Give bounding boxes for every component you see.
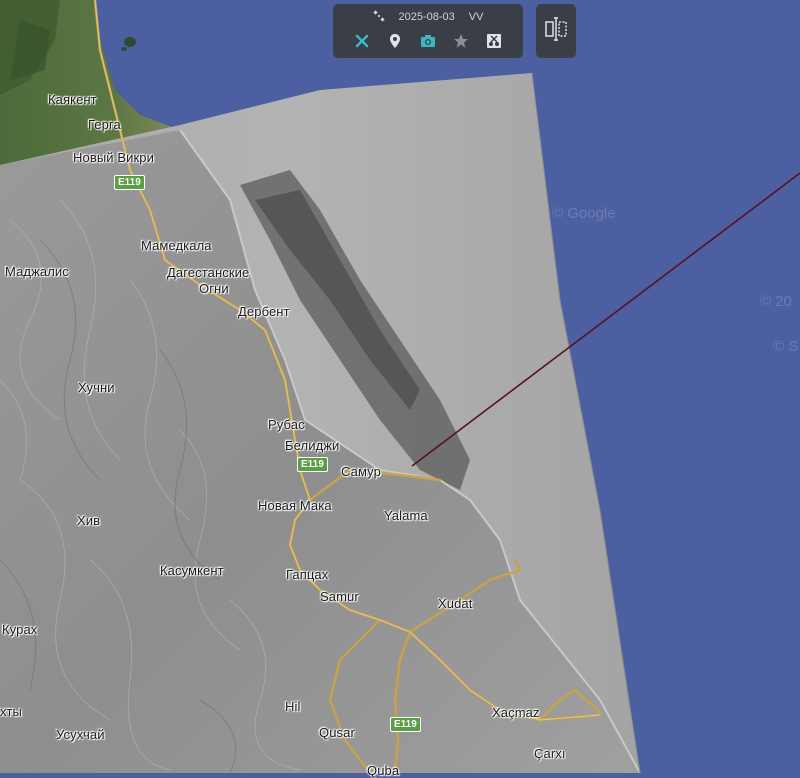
place-label: Дербент bbox=[238, 304, 290, 319]
place-label: Новый Викри bbox=[73, 150, 154, 165]
camera-icon bbox=[420, 33, 436, 54]
road-shield-e119: E119 bbox=[114, 175, 145, 190]
image-toolbar: 2025-08-03 VV bbox=[333, 4, 523, 58]
map-pin-icon bbox=[387, 33, 403, 54]
compare-tool-button[interactable] bbox=[483, 32, 505, 54]
scissors-icon bbox=[486, 33, 502, 54]
place-label: Quba bbox=[367, 763, 400, 778]
satellite-icon bbox=[354, 33, 370, 54]
place-label: Samur bbox=[320, 589, 359, 604]
camera-tool-button[interactable] bbox=[417, 32, 439, 54]
place-label: Гапцах bbox=[286, 567, 329, 582]
place-label: Курах bbox=[2, 622, 38, 637]
pin-tool-button[interactable] bbox=[384, 32, 406, 54]
split-view-button[interactable] bbox=[536, 4, 576, 58]
place-label: Xudat bbox=[438, 596, 473, 611]
place-label: Белиджи bbox=[285, 438, 340, 453]
place-label: Рубас bbox=[268, 417, 305, 432]
place-label: Огни bbox=[199, 281, 229, 296]
island bbox=[124, 37, 136, 47]
acquisition-date: 2025-08-03 bbox=[398, 11, 455, 23]
toolbar-buttons bbox=[333, 30, 523, 56]
place-label: Хив bbox=[77, 513, 101, 528]
place-label: Дагестанские bbox=[167, 265, 250, 280]
place-label: Касумкент bbox=[160, 563, 224, 578]
place-label: Çarxı bbox=[534, 746, 566, 761]
satellite-map[interactable] bbox=[0, 0, 800, 773]
polarization-label: VV bbox=[468, 11, 484, 23]
place-label: хты bbox=[0, 704, 22, 719]
place-label: Qusar bbox=[319, 725, 355, 740]
watermark-partial-1: © 20 bbox=[760, 293, 792, 310]
place-label: Yalama bbox=[384, 508, 428, 523]
favorite-tool-button[interactable] bbox=[450, 32, 472, 54]
watermark-google: © Google bbox=[552, 205, 616, 222]
place-label: Каякент bbox=[48, 92, 97, 107]
satellite-icon bbox=[372, 9, 385, 25]
star-icon bbox=[453, 33, 469, 54]
place-label: Маджалис bbox=[5, 264, 69, 279]
road-shield-e119: E119 bbox=[297, 457, 328, 472]
watermark-partial-2: © S bbox=[773, 338, 799, 355]
satellite-tool-button[interactable] bbox=[351, 32, 373, 54]
split-view-icon bbox=[544, 16, 568, 47]
place-label: Усухчай bbox=[56, 727, 105, 742]
place-label: Герга bbox=[88, 117, 121, 132]
toolbar-info-row: 2025-08-03 VV bbox=[333, 8, 523, 26]
place-label: Новая Мака bbox=[258, 498, 332, 513]
place-label: Xaçmaz bbox=[492, 705, 540, 720]
road-shield-e119: E119 bbox=[390, 717, 421, 732]
place-label: Hil bbox=[285, 699, 301, 714]
place-label: Хучни bbox=[78, 380, 115, 395]
place-label: Самур bbox=[341, 464, 381, 479]
place-label: Мамедкала bbox=[141, 238, 212, 253]
